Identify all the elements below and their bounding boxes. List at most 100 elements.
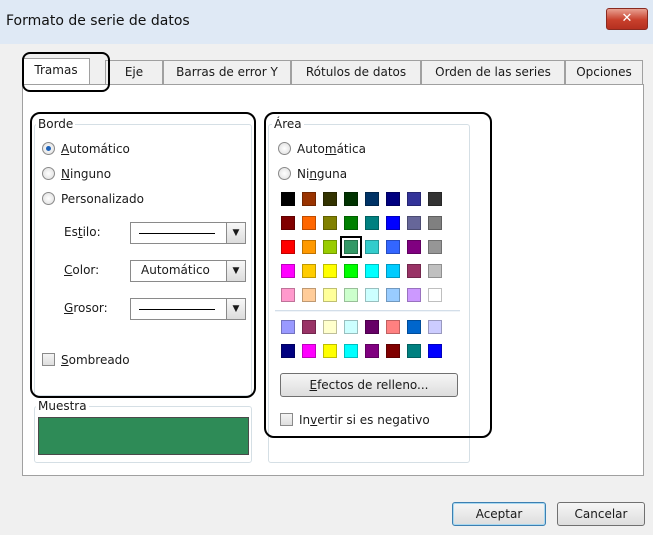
- label-post: fectos de relleno...: [317, 378, 429, 392]
- color-swatch[interactable]: [365, 344, 379, 358]
- color-swatch[interactable]: [407, 344, 421, 358]
- fill-effects-button[interactable]: Efectos de relleno...: [280, 373, 458, 397]
- label-post: guna: [316, 167, 348, 181]
- color-swatch[interactable]: [340, 236, 362, 258]
- invert-checkbox[interactable]: [280, 413, 293, 426]
- label-pre: In: [299, 413, 311, 427]
- color-swatch[interactable]: [428, 264, 442, 278]
- border-auto-option[interactable]: Automático: [42, 140, 130, 158]
- color-swatch[interactable]: [323, 344, 337, 358]
- radio-auto[interactable]: [42, 142, 55, 155]
- color-swatch[interactable]: [365, 192, 379, 206]
- cancel-button[interactable]: Cancelar: [557, 502, 645, 526]
- color-swatch[interactable]: [302, 216, 316, 230]
- chevron-down-icon[interactable]: ▼: [226, 261, 245, 281]
- color-swatch[interactable]: [365, 288, 379, 302]
- color-swatch[interactable]: [407, 216, 421, 230]
- color-swatch[interactable]: [365, 240, 379, 254]
- shadow-checkbox[interactable]: [42, 353, 55, 366]
- style-dropdown[interactable]: ▼: [130, 222, 246, 244]
- color-swatch[interactable]: [428, 240, 442, 254]
- color-swatch[interactable]: [428, 192, 442, 206]
- color-swatch[interactable]: [302, 264, 316, 278]
- ok-button[interactable]: Aceptar: [452, 502, 546, 526]
- radio-area-none[interactable]: [278, 167, 291, 180]
- color-value: Automático: [141, 263, 210, 277]
- chevron-down-icon[interactable]: ▼: [226, 299, 245, 319]
- color-swatch[interactable]: [344, 216, 358, 230]
- color-swatch[interactable]: [428, 288, 442, 302]
- color-swatch[interactable]: [323, 216, 337, 230]
- color-swatch[interactable]: [323, 192, 337, 206]
- color-swatch[interactable]: [323, 320, 337, 334]
- color-swatch[interactable]: [386, 264, 400, 278]
- radio-area-auto[interactable]: [278, 142, 291, 155]
- color-swatch[interactable]: [428, 344, 442, 358]
- color-swatch[interactable]: [407, 192, 421, 206]
- color-swatch[interactable]: [407, 264, 421, 278]
- label-post: olor:: [72, 263, 100, 277]
- close-button[interactable]: ✕: [606, 8, 648, 30]
- color-swatch[interactable]: [365, 264, 379, 278]
- color-swatch[interactable]: [365, 216, 379, 230]
- label-key: N: [61, 167, 70, 181]
- label-key: m: [324, 142, 337, 156]
- label-post: ática: [336, 142, 366, 156]
- color-swatch[interactable]: [428, 216, 442, 230]
- color-swatch[interactable]: [386, 344, 400, 358]
- color-swatch[interactable]: [365, 320, 379, 334]
- color-swatch[interactable]: [323, 288, 337, 302]
- color-swatch[interactable]: [344, 264, 358, 278]
- color-swatch[interactable]: [302, 288, 316, 302]
- label-post: ilo:: [82, 225, 101, 239]
- color-swatch[interactable]: [281, 344, 295, 358]
- tab-barras-error[interactable]: Barras de error Y: [163, 60, 291, 84]
- color-swatch[interactable]: [281, 320, 295, 334]
- label-key: S: [61, 353, 69, 367]
- color-swatch[interactable]: [344, 288, 358, 302]
- color-swatch[interactable]: [407, 240, 421, 254]
- label-post: ombreado: [68, 353, 130, 367]
- radio-custom[interactable]: [42, 192, 55, 205]
- color-swatch[interactable]: [302, 240, 316, 254]
- tab-rotulos[interactable]: Rótulos de datos: [291, 60, 421, 84]
- color-swatch[interactable]: [386, 216, 400, 230]
- weight-dropdown[interactable]: ▼: [130, 298, 246, 320]
- color-swatch[interactable]: [386, 192, 400, 206]
- color-swatch[interactable]: [344, 192, 358, 206]
- color-swatch[interactable]: [281, 264, 295, 278]
- color-swatch[interactable]: [323, 264, 337, 278]
- invert-option[interactable]: Invertir si es negativo: [280, 411, 430, 429]
- color-swatch[interactable]: [302, 344, 316, 358]
- border-none-option[interactable]: Ninguno: [42, 165, 111, 183]
- area-auto-option[interactable]: Automática: [278, 140, 366, 158]
- color-dropdown[interactable]: Automático ▼: [130, 260, 246, 282]
- palette-divider: [275, 310, 460, 312]
- color-swatch[interactable]: [281, 216, 295, 230]
- color-swatch[interactable]: [386, 320, 400, 334]
- color-swatch[interactable]: [428, 320, 442, 334]
- color-swatch[interactable]: [407, 288, 421, 302]
- border-custom-option[interactable]: Personalizado: [42, 190, 144, 208]
- color-swatch[interactable]: [323, 240, 337, 254]
- label-pre: Es: [64, 225, 78, 239]
- color-swatch[interactable]: [281, 192, 295, 206]
- color-swatch[interactable]: [386, 288, 400, 302]
- color-swatch[interactable]: [344, 344, 358, 358]
- color-swatch[interactable]: [281, 240, 295, 254]
- tab-tramas[interactable]: Tramas: [22, 58, 90, 84]
- tab-orden-series[interactable]: Orden de las series: [421, 60, 565, 84]
- shadow-option[interactable]: Sombreado: [42, 351, 130, 369]
- chevron-down-icon[interactable]: ▼: [226, 223, 245, 243]
- color-swatch[interactable]: [302, 192, 316, 206]
- color-swatch[interactable]: [302, 320, 316, 334]
- tab-opciones[interactable]: Opciones: [565, 60, 643, 84]
- weight-label: Grosor:: [64, 301, 108, 315]
- color-swatch[interactable]: [344, 320, 358, 334]
- color-swatch[interactable]: [386, 240, 400, 254]
- radio-none[interactable]: [42, 167, 55, 180]
- tab-eje[interactable]: Eje: [105, 60, 163, 84]
- area-none-option[interactable]: Ninguna: [278, 165, 347, 183]
- color-swatch[interactable]: [407, 320, 421, 334]
- color-swatch[interactable]: [281, 288, 295, 302]
